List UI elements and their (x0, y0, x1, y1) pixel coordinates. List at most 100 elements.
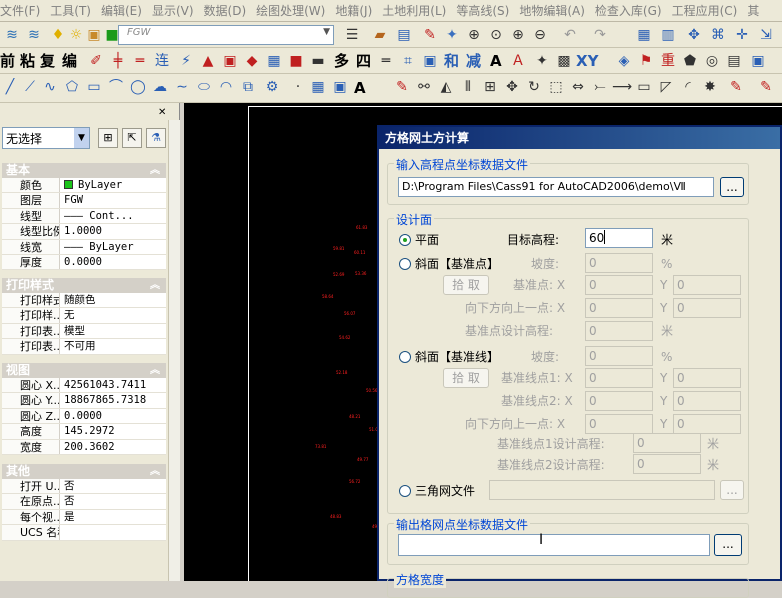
tool-a-icon[interactable]: ▲ (198, 51, 218, 71)
toggle-pickadd-icon[interactable]: ⊞ (98, 128, 118, 148)
tool-and[interactable]: 和 (444, 51, 459, 71)
prop-row[interactable]: 打印表... 模型 (2, 323, 166, 340)
dialog-title[interactable]: 方格网土方计算 (379, 127, 780, 149)
quick-select-icon[interactable]: ⚗ (146, 128, 166, 148)
menu-tools[interactable]: 工具(T) (50, 2, 101, 19)
prop-row[interactable]: UCS 名称 (2, 525, 166, 541)
zoom-in-icon[interactable]: ⊕ (508, 25, 528, 45)
target-elevation-field[interactable]: 60 (585, 228, 653, 248)
radio-plane[interactable] (399, 234, 411, 246)
menu-cadastre[interactable]: 地籍(J) (335, 2, 382, 19)
erase-icon[interactable]: ✎ (392, 77, 412, 97)
text-style-icon[interactable]: Ａ (508, 51, 528, 71)
prop-row[interactable]: 厚度 0.0000 (2, 254, 166, 271)
layers-stack-icon[interactable]: ▤ (724, 51, 744, 71)
line-down-x-field[interactable]: 0 (585, 414, 653, 434)
polygon-icon[interactable]: ⬠ (62, 77, 82, 97)
properties-icon[interactable]: ▦ (634, 25, 654, 45)
tool-copy[interactable]: 复 (40, 51, 55, 71)
dash-icon[interactable]: ▬ (308, 51, 328, 71)
base-elevation-field[interactable]: 0 (585, 321, 653, 341)
box-tool-icon[interactable]: ▣ (420, 51, 440, 71)
rectangle-icon[interactable]: ▭ (84, 77, 104, 97)
prop-row[interactable]: 线宽 ——— ByLayer (2, 239, 166, 255)
copy-object-icon[interactable]: ⚯ (414, 77, 434, 97)
tool-xy[interactable]: XY (576, 51, 598, 71)
base-x-field[interactable]: 0 (585, 275, 653, 295)
list-icon[interactable]: ☰ (342, 25, 362, 45)
output-path-field[interactable] (398, 534, 710, 556)
base-y-field[interactable]: 0 (673, 275, 741, 295)
line-down-y-field[interactable]: 0 (673, 414, 741, 434)
line-p1-y-field[interactable]: 0 (673, 368, 741, 388)
menu-check[interactable]: 检查入库(G) (595, 2, 672, 19)
tool-front[interactable]: 前 (0, 51, 15, 71)
prop-row[interactable]: 颜色 ByLayer (2, 178, 166, 194)
zoom-window-icon[interactable]: ⊙ (486, 25, 506, 45)
flag-icon[interactable]: ⚑ (636, 51, 656, 71)
tool-subtract[interactable]: 减 (466, 51, 481, 71)
cross-icon[interactable]: ✛ (732, 25, 752, 45)
heavy-icon[interactable]: 重 (658, 51, 678, 71)
chamfer-icon[interactable]: ◸ (656, 77, 676, 97)
zoom-realtime-icon[interactable]: ⊕ (464, 25, 484, 45)
layers-icon[interactable]: ≋ (2, 25, 22, 45)
line-p2-y-field[interactable]: 0 (673, 391, 741, 411)
select-objects-icon[interactable]: ⇱ (122, 128, 142, 148)
revision-icon[interactable]: ☁ (150, 77, 170, 97)
tool-extra2-icon[interactable]: ✎ (756, 77, 776, 97)
section-basic-header[interactable]: 基本 ︽ (2, 163, 166, 178)
down-x-field[interactable]: 0 (585, 298, 653, 318)
connect-icon[interactable]: 连 (152, 51, 172, 71)
browse-input-button[interactable]: ... (720, 177, 744, 197)
target-icon[interactable]: ◎ (702, 51, 722, 71)
table-icon[interactable]: ▥ (658, 25, 678, 45)
ellipse-icon[interactable]: ⬭ (194, 77, 214, 97)
save-icon[interactable]: ▤ (394, 25, 414, 45)
prop-row[interactable]: 打印样式 随颜色 (2, 293, 166, 309)
menu-contour[interactable]: 等高线(S) (456, 2, 519, 19)
pick-line-button[interactable]: 拾 取 (443, 368, 489, 388)
sun-icon[interactable]: ☼ (66, 25, 86, 45)
rotate-icon[interactable]: ✦ (532, 51, 552, 71)
extend-icon[interactable]: ⟶ (612, 77, 632, 97)
radio-slope-line[interactable] (399, 351, 411, 363)
ellipse-arc-icon[interactable]: ◠ (216, 77, 236, 97)
prop-row[interactable]: 图层 FGW (2, 193, 166, 209)
menu-file[interactable]: 文件(F) (0, 2, 50, 19)
expand-icon[interactable]: ⇲ (756, 25, 776, 45)
tool-paste[interactable]: 粘 (20, 51, 35, 71)
menu-landuse[interactable]: 土地利用(L) (382, 2, 456, 19)
section-print-header[interactable]: 打印样式 ︽ (2, 278, 166, 293)
s-icon[interactable]: ⚡ (176, 51, 196, 71)
move-icon[interactable]: ✥ (684, 25, 704, 45)
mtext-icon[interactable]: A (354, 78, 366, 98)
browse-output-button[interactable]: ... (714, 534, 742, 556)
line-p2-x-field[interactable]: 0 (585, 391, 653, 411)
prop-row[interactable]: 圆心 Y... 18867865.7318 (2, 393, 166, 409)
pencil-icon[interactable]: ✎ (420, 25, 440, 45)
menu-other[interactable]: 其 (747, 2, 769, 19)
curve-icon[interactable]: ∼ (172, 77, 192, 97)
brush-icon[interactable]: ✐ (86, 51, 106, 71)
palette-scrollbar[interactable] (168, 120, 180, 581)
tool-b-icon[interactable]: ▣ (220, 51, 240, 71)
break-icon[interactable]: ▭ (634, 77, 654, 97)
menu-edit[interactable]: 编辑(E) (101, 2, 152, 19)
prop-row[interactable]: 打开 U... 否 (2, 479, 166, 495)
prop-row[interactable]: 在原点... 否 (2, 494, 166, 510)
layer-combo[interactable]: FGW ▼ (118, 25, 334, 45)
region-icon[interactable]: ▣ (330, 77, 350, 97)
prop-row[interactable]: 宽度 200.3602 (2, 439, 166, 455)
pattern-icon[interactable]: ▩ (554, 51, 574, 71)
bulb-icon[interactable]: ♦ (48, 25, 68, 45)
grid-tool-icon[interactable]: ⌗ (398, 51, 418, 71)
redo-icon[interactable]: ↷ (590, 25, 610, 45)
zoom-out-icon[interactable]: ⊖ (530, 25, 550, 45)
make-block-icon[interactable]: ⚙ (262, 77, 282, 97)
prop-row[interactable]: 打印表... 不可用 (2, 339, 166, 355)
shapes-icon[interactable]: ⬟ (680, 51, 700, 71)
menu-feature-edit[interactable]: 地物编辑(A) (519, 2, 595, 19)
input-path-field[interactable]: D:\Program Files\Cass91 for AutoCAD2006\… (398, 177, 714, 197)
line-elev2-field[interactable]: 0 (633, 454, 701, 474)
